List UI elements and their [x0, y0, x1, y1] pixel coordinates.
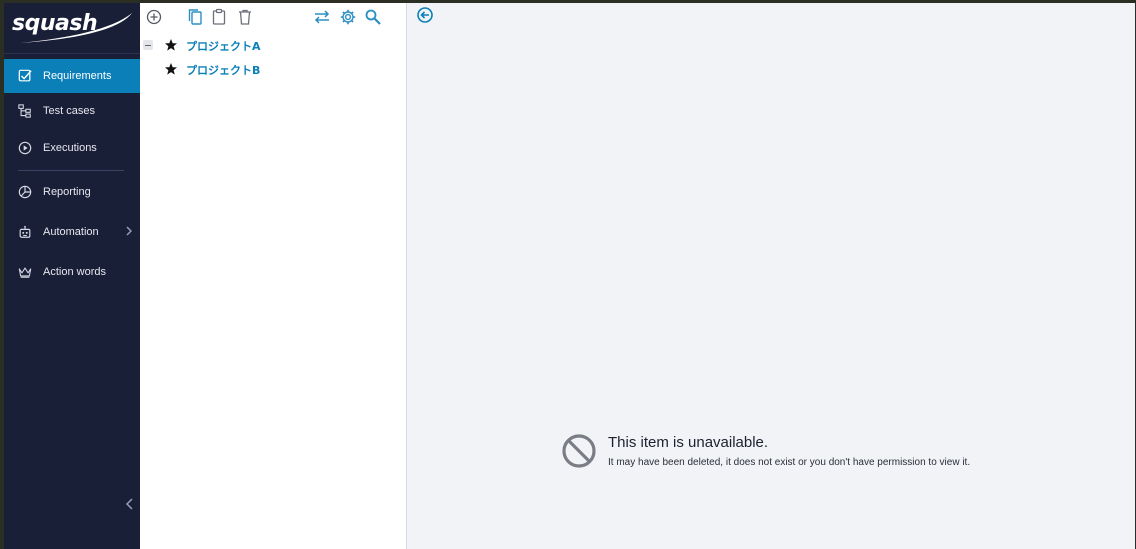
star-icon: [165, 39, 177, 51]
sidebar-item-label: Executions: [43, 142, 97, 154]
main-content: This item is unavailable. It may have be…: [407, 3, 1135, 549]
transfer-icon[interactable]: [312, 7, 332, 27]
checkbox-icon: [17, 68, 33, 84]
chevron-right-icon: [126, 226, 132, 236]
add-circle-icon[interactable]: [144, 7, 164, 27]
ban-icon: [562, 434, 596, 468]
copy-icon[interactable]: [185, 7, 205, 27]
sidebar-item-executions[interactable]: Executions: [4, 131, 140, 165]
crown-icon: [17, 264, 33, 280]
logo-text: squash: [12, 11, 98, 36]
tree-node-project-a[interactable]: プロジェクトA: [140, 35, 406, 55]
back-arrow-icon[interactable]: [416, 6, 434, 24]
paste-icon[interactable]: [209, 7, 229, 27]
sidebar-divider: [18, 170, 124, 171]
sidebar-item-label: Automation: [43, 226, 99, 238]
unavailable-notice: This item is unavailable. It may have be…: [560, 432, 1060, 472]
sidebar: squash Requirements Test cases Execution…: [4, 3, 140, 549]
logo[interactable]: squash: [4, 3, 140, 54]
play-circle-icon: [17, 140, 33, 156]
collapse-sidebar-icon[interactable]: [124, 497, 136, 511]
unavailable-message: It may have been deleted, it does not ex…: [608, 457, 971, 468]
settings-icon[interactable]: [338, 7, 358, 27]
app-window: squash Requirements Test cases Execution…: [4, 3, 1135, 549]
sidebar-item-label: Reporting: [43, 186, 91, 198]
sidebar-item-label: Action words: [43, 266, 106, 278]
star-icon: [165, 63, 177, 75]
tree-structure-icon: [17, 103, 33, 119]
tree-node-project-b[interactable]: プロジェクトB: [140, 59, 406, 79]
sidebar-item-requirements[interactable]: Requirements: [4, 59, 140, 93]
requirement-tree-panel: プロジェクトA プロジェクトB: [140, 3, 407, 549]
collapse-node-icon[interactable]: [143, 40, 153, 50]
delete-icon[interactable]: [235, 7, 255, 27]
sidebar-item-test-cases[interactable]: Test cases: [4, 94, 140, 128]
sidebar-item-label: Test cases: [43, 105, 95, 117]
pie-chart-icon: [17, 184, 33, 200]
robot-icon: [17, 224, 33, 240]
search-icon[interactable]: [363, 7, 383, 27]
sidebar-item-label: Requirements: [43, 70, 112, 82]
sidebar-item-action-words[interactable]: Action words: [4, 255, 140, 289]
sidebar-item-reporting[interactable]: Reporting: [4, 175, 140, 209]
tree-node-label[interactable]: プロジェクトB: [186, 62, 260, 78]
unavailable-title: This item is unavailable.: [608, 434, 769, 451]
sidebar-item-automation[interactable]: Automation: [4, 215, 140, 249]
tree-node-label[interactable]: プロジェクトA: [186, 38, 261, 54]
